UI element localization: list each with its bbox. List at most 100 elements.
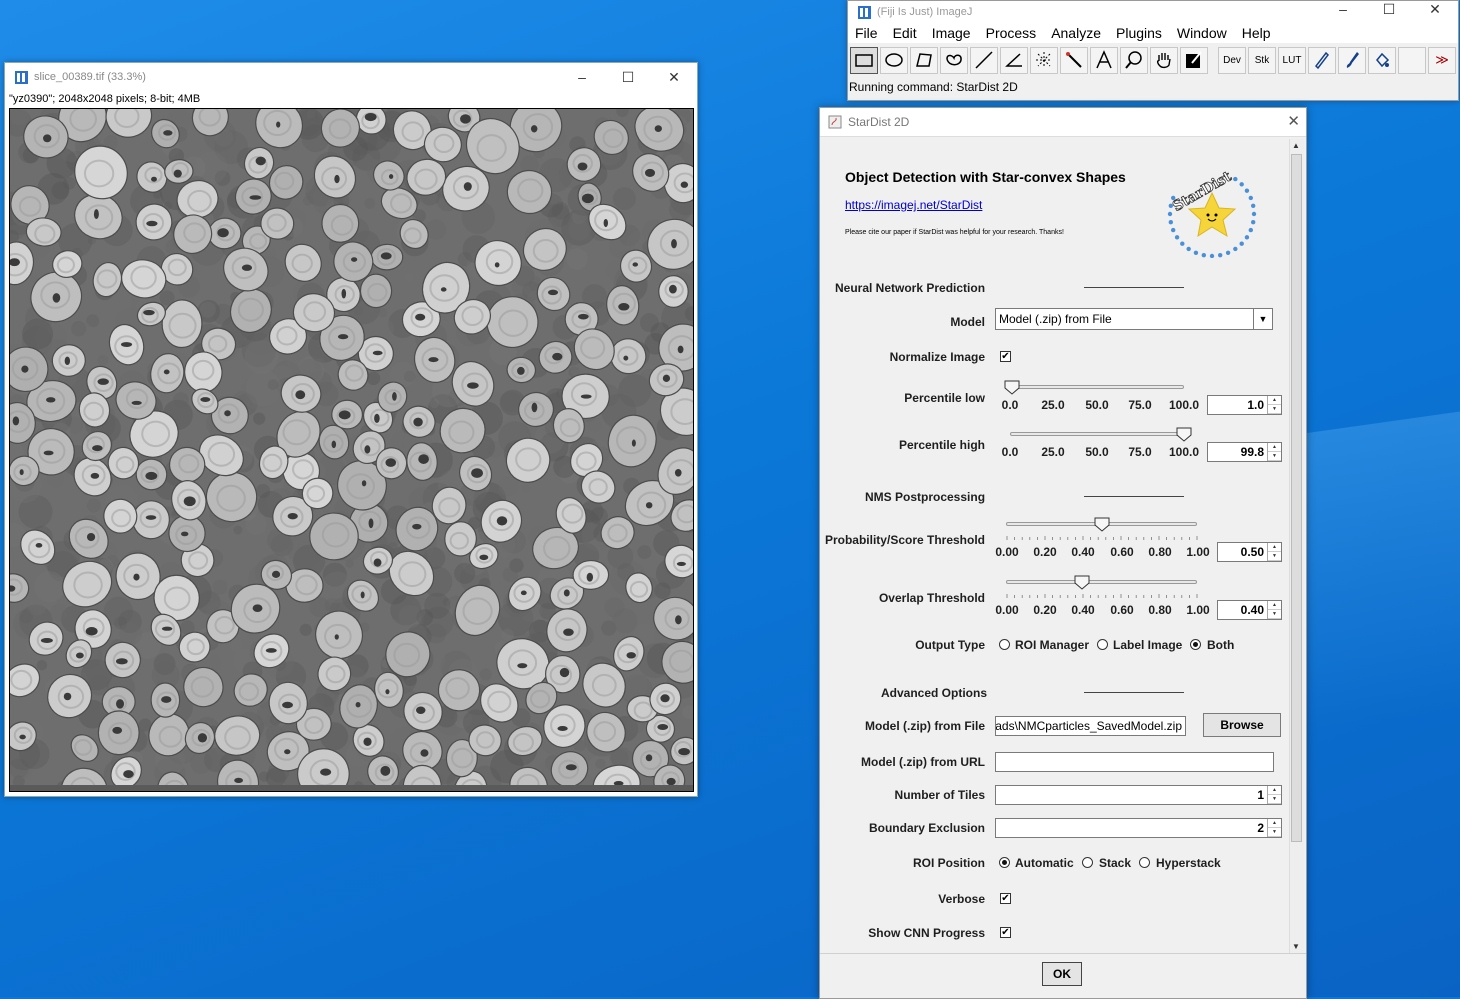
- empty-tool-slot[interactable]: [1398, 46, 1426, 74]
- output-label-image-label[interactable]: Label Image: [1113, 638, 1182, 652]
- probability-threshold-value: 0.50: [1240, 545, 1264, 559]
- tick-label: 25.0: [1041, 445, 1065, 459]
- spin-down-icon[interactable]: ▼: [1268, 828, 1281, 837]
- output-roi-manager-radio[interactable]: [999, 639, 1010, 650]
- check-icon: ✔: [1001, 893, 1010, 904]
- scroll-down-arrow-icon[interactable]: ▼: [1292, 942, 1300, 951]
- dev-tool[interactable]: Dev: [1218, 46, 1246, 74]
- browse-button[interactable]: Browse: [1203, 713, 1281, 737]
- percentile-high-slider[interactable]: [1010, 432, 1184, 436]
- probability-threshold-spinner[interactable]: 0.50 ▲ ▼: [1217, 542, 1282, 562]
- spin-down-icon[interactable]: ▼: [1268, 452, 1281, 461]
- close-button[interactable]: ✕: [1412, 1, 1458, 17]
- logo-dot: [1217, 252, 1223, 258]
- dialog-scrollbar[interactable]: ▲ ▼: [1289, 139, 1304, 953]
- model-file-input[interactable]: ads\NMCparticles_SavedModel.zip: [995, 716, 1186, 736]
- line-tool[interactable]: [970, 46, 998, 74]
- menu-window[interactable]: Window: [1170, 25, 1235, 41]
- hand-icon: [1156, 53, 1171, 69]
- magnifier-tool[interactable]: [1120, 46, 1148, 74]
- close-button[interactable]: ✕: [1287, 112, 1300, 130]
- percentile-high-spinner[interactable]: 99.8 ▲ ▼: [1207, 442, 1282, 462]
- polygon-tool[interactable]: [910, 46, 938, 74]
- background-texture: [454, 562, 476, 584]
- particle: [309, 512, 359, 561]
- stardist-link[interactable]: https://imagej.net/StarDist: [845, 198, 982, 212]
- percentile-low-slider[interactable]: [1010, 385, 1184, 389]
- tiles-spinner[interactable]: 1 ▲ ▼: [995, 785, 1282, 805]
- verbose-checkbox[interactable]: ✔: [1000, 893, 1011, 904]
- roi-hyperstack-radio[interactable]: [1139, 857, 1150, 868]
- spin-down-icon[interactable]: ▼: [1268, 405, 1281, 414]
- spin-down-icon[interactable]: ▼: [1268, 552, 1281, 561]
- menu-help[interactable]: Help: [1235, 25, 1279, 41]
- menu-file[interactable]: File: [848, 25, 886, 41]
- menu-process[interactable]: Process: [979, 25, 1045, 41]
- cnn-progress-checkbox[interactable]: ✔: [1000, 927, 1011, 938]
- spin-down-icon[interactable]: ▼: [1268, 610, 1281, 619]
- maximize-button[interactable]: ☐: [605, 63, 651, 91]
- roi-stack-label[interactable]: Stack: [1099, 856, 1131, 870]
- wand-tool[interactable]: [1060, 46, 1088, 74]
- spin-up-icon[interactable]: ▲: [1268, 396, 1281, 405]
- imagej-titlebar[interactable]: (Fiji Is Just) ImageJ – ☐ ✕: [848, 1, 1458, 23]
- point-tool[interactable]: [1030, 46, 1058, 74]
- spin-up-icon[interactable]: ▲: [1268, 443, 1281, 452]
- spin-up-icon[interactable]: ▲: [1268, 819, 1281, 828]
- maximize-button[interactable]: ☐: [1366, 1, 1412, 17]
- stardist-titlebar[interactable]: StarDist 2D ✕: [820, 108, 1306, 137]
- tick-label: 100.0: [1168, 398, 1200, 412]
- output-label-image-radio[interactable]: [1097, 639, 1108, 650]
- overlap-threshold-spinner[interactable]: 0.40 ▲ ▼: [1217, 600, 1282, 620]
- section-separator: [1084, 692, 1184, 693]
- scroll-up-arrow-icon[interactable]: ▲: [1292, 141, 1300, 150]
- lut-tool[interactable]: LUT: [1278, 46, 1306, 74]
- ok-button[interactable]: OK: [1042, 962, 1082, 986]
- output-both-radio[interactable]: [1190, 639, 1201, 650]
- oval-tool[interactable]: [880, 46, 908, 74]
- model-url-input[interactable]: [995, 752, 1274, 772]
- angle-tool[interactable]: [1000, 46, 1028, 74]
- stack-tool[interactable]: Stk: [1248, 46, 1276, 74]
- flood-fill-tool[interactable]: [1368, 46, 1396, 74]
- percentile-low-spinner[interactable]: 1.0 ▲ ▼: [1207, 395, 1282, 415]
- menu-plugins[interactable]: Plugins: [1109, 25, 1170, 41]
- background-texture: [302, 195, 313, 206]
- text-tool[interactable]: [1090, 46, 1118, 74]
- spin-up-icon[interactable]: ▲: [1268, 543, 1281, 552]
- logo-dot: [1168, 219, 1174, 225]
- roi-automatic-radio[interactable]: [999, 857, 1010, 868]
- more-tools-button[interactable]: ≫: [1428, 46, 1456, 74]
- image-canvas[interactable]: [9, 108, 694, 792]
- hand-tool[interactable]: [1150, 46, 1178, 74]
- logo-dot: [1239, 182, 1244, 187]
- color-picker-tool[interactable]: [1180, 46, 1208, 74]
- boundary-exclusion-spinner[interactable]: 2 ▲ ▼: [995, 818, 1282, 838]
- roi-hyperstack-label[interactable]: Hyperstack: [1156, 856, 1221, 870]
- rectangle-tool[interactable]: [850, 46, 878, 74]
- brush-tool[interactable]: [1338, 46, 1366, 74]
- background-texture: [173, 392, 189, 408]
- minimize-button[interactable]: –: [559, 63, 605, 91]
- spin-up-icon[interactable]: ▲: [1268, 601, 1281, 610]
- freehand-tool[interactable]: [940, 46, 968, 74]
- menu-analyze[interactable]: Analyze: [1044, 25, 1109, 41]
- normalize-checkbox[interactable]: ✔: [1000, 351, 1011, 362]
- chevron-down-icon[interactable]: ▼: [1253, 309, 1272, 329]
- model-dropdown[interactable]: Model (.zip) from File ▼: [995, 308, 1273, 330]
- tick-label: 0.00: [995, 545, 1019, 559]
- menu-image[interactable]: Image: [925, 25, 979, 41]
- output-both-label[interactable]: Both: [1207, 638, 1234, 652]
- overlap-threshold-slider[interactable]: [1006, 580, 1197, 584]
- overlap-threshold-value: 0.40: [1240, 603, 1264, 617]
- pencil-tool[interactable]: [1308, 46, 1336, 74]
- spin-down-icon[interactable]: ▼: [1268, 795, 1281, 804]
- menu-edit[interactable]: Edit: [886, 25, 925, 41]
- output-roi-manager-label[interactable]: ROI Manager: [1015, 638, 1089, 652]
- close-button[interactable]: ✕: [651, 63, 697, 91]
- spin-up-icon[interactable]: ▲: [1268, 786, 1281, 795]
- roi-stack-radio[interactable]: [1082, 857, 1093, 868]
- roi-automatic-label[interactable]: Automatic: [1015, 856, 1074, 870]
- scrollbar-thumb[interactable]: [1291, 154, 1302, 842]
- minimize-button[interactable]: –: [1320, 1, 1366, 17]
